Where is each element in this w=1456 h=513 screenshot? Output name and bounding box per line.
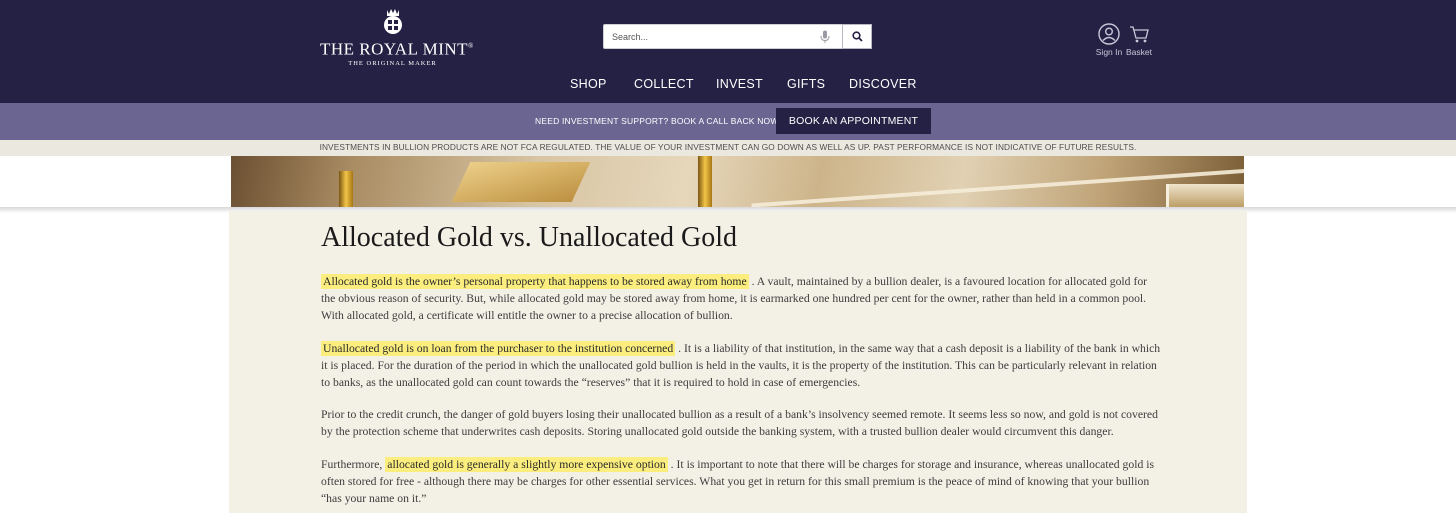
nav-invest[interactable]: INVEST	[716, 77, 763, 91]
logo-tagline: THE ORIGINAL MAKER	[348, 59, 437, 67]
search-input[interactable]	[604, 25, 816, 48]
search-button[interactable]	[842, 24, 872, 49]
registered-mark: ®	[468, 42, 474, 50]
nav-shop[interactable]: SHOP	[570, 77, 607, 91]
highlight-text: Unallocated gold is on loan from the pur…	[321, 341, 676, 356]
paragraph-lead: Furthermore,	[321, 458, 386, 471]
highlight-text: allocated gold is generally a slightly m…	[385, 457, 668, 472]
paragraph-allocated: Allocated gold is the owner’s personal p…	[321, 273, 1161, 324]
search-icon	[851, 31, 863, 42]
article-title: Allocated Gold vs. Unallocated Gold	[321, 222, 738, 253]
book-appointment-button[interactable]: BOOK AN APPOINTMENT	[776, 108, 931, 134]
crest-icon	[383, 9, 402, 34]
paragraph-unallocated: Unallocated gold is on loan from the pur…	[321, 340, 1161, 391]
basket-icon	[1130, 26, 1149, 43]
nav-gifts[interactable]: GIFTS	[787, 77, 825, 91]
user-icon	[1098, 23, 1120, 45]
support-text: NEED INVESTMENT SUPPORT? BOOK A CALL BAC…	[535, 116, 779, 126]
basket-link[interactable]: Basket	[1121, 23, 1157, 57]
fca-disclaimer: INVESTMENTS IN BULLION PRODUCTS ARE NOT …	[319, 142, 1137, 152]
highlight-text: Allocated gold is the owner’s personal p…	[321, 274, 749, 289]
microphone-icon[interactable]	[820, 30, 830, 44]
paragraph-text: Prior to the credit crunch, the danger o…	[321, 408, 1158, 438]
royal-mint-logo[interactable]: THE ROYAL MINT® THE ORIGINAL MAKER	[320, 6, 473, 68]
nav-collect[interactable]: COLLECT	[634, 77, 694, 91]
paragraph-credit-crunch: Prior to the credit crunch, the danger o…	[321, 406, 1161, 440]
logo-name: THE ROYAL MINT	[320, 39, 469, 59]
nav-discover[interactable]: DISCOVER	[849, 77, 917, 91]
paragraph-furthermore: Furthermore, allocated gold is generally…	[321, 456, 1161, 507]
basket-label: Basket	[1126, 47, 1152, 57]
search-box	[603, 24, 872, 49]
hero-image	[231, 156, 1244, 207]
